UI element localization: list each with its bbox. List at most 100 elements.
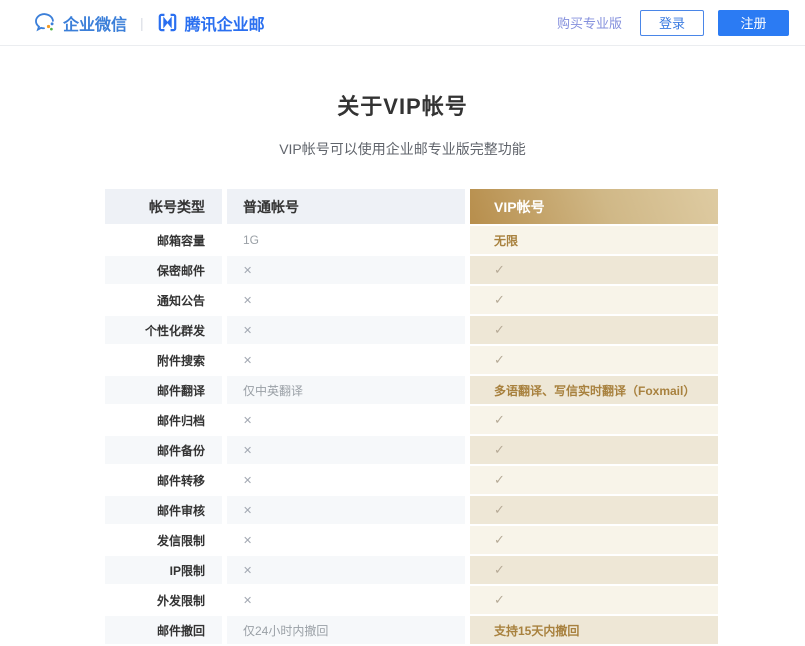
normal-account-cell: ✕ [227, 526, 465, 554]
cross-icon: ✕ [243, 444, 252, 457]
normal-account-cell: ✕ [227, 496, 465, 524]
page-subtitle: VIP帐号可以使用企业邮专业版完整功能 [0, 139, 805, 159]
header-normal-account: 普通帐号 [227, 189, 465, 224]
table-row: 邮件备份 ✕ ✓ [105, 436, 718, 464]
check-icon: ✓ [494, 472, 505, 488]
buy-pro-link[interactable]: 购买专业版 [557, 13, 622, 32]
table-body: 邮箱容量 1G 无限保密邮件 ✕ ✓ 通知公告 ✕ ✓ 个性化群发 ✕ ✓ 附件搜索 ✕ ✓ 邮件翻译 仅中英… [105, 226, 718, 644]
vip-account-cell: ✓ [470, 526, 718, 554]
check-icon: ✓ [494, 562, 505, 578]
normal-account-cell: 仅24小时内撤回 [227, 616, 465, 644]
feature-cell: 邮件归档 [105, 406, 222, 434]
normal-account-cell: ✕ [227, 586, 465, 614]
cross-icon: ✕ [243, 474, 252, 487]
normal-value: 仅24小时内撤回 [243, 622, 328, 639]
vip-account-cell: 支持15天内撤回 [470, 616, 718, 644]
normal-account-cell: ✕ [227, 436, 465, 464]
normal-account-cell: ✕ [227, 556, 465, 584]
check-icon: ✓ [494, 292, 505, 308]
table-header-row: 帐号类型 普通帐号 VIP帐号 [105, 189, 718, 224]
feature-cell: 邮箱容量 [105, 226, 222, 254]
check-icon: ✓ [494, 322, 505, 338]
check-icon: ✓ [494, 532, 505, 548]
exmail-brand[interactable]: 腾讯企业邮 [157, 11, 265, 35]
table-row: 外发限制 ✕ ✓ [105, 586, 718, 614]
feature-cell: 邮件备份 [105, 436, 222, 464]
feature-cell: 个性化群发 [105, 316, 222, 344]
feature-label: IP限制 [170, 562, 205, 579]
cross-icon: ✕ [243, 594, 252, 607]
login-button[interactable]: 登录 [640, 10, 704, 36]
vip-account-cell: ✓ [470, 466, 718, 494]
cross-icon: ✕ [243, 564, 252, 577]
normal-account-cell: ✕ [227, 256, 465, 284]
vip-account-cell: ✓ [470, 556, 718, 584]
exmail-label: 腾讯企业邮 [185, 11, 265, 35]
feature-label: 邮件撤回 [157, 622, 205, 639]
table-row: 邮箱容量 1G 无限 [105, 226, 718, 254]
feature-label: 邮箱容量 [157, 232, 205, 249]
table-row: 邮件撤回 仅24小时内撤回 支持15天内撤回 [105, 616, 718, 644]
feature-label: 个性化群发 [145, 322, 205, 339]
feature-label: 附件搜索 [157, 352, 205, 369]
feature-label: 发信限制 [157, 532, 205, 549]
vip-account-cell: ✓ [470, 586, 718, 614]
wechat-work-label: 企业微信 [63, 11, 127, 35]
wechat-work-brand[interactable]: 企业微信 [33, 11, 127, 35]
check-icon: ✓ [494, 442, 505, 458]
check-icon: ✓ [494, 262, 505, 278]
feature-cell: 保密邮件 [105, 256, 222, 284]
vip-account-cell: ✓ [470, 406, 718, 434]
feature-cell: 通知公告 [105, 286, 222, 314]
normal-account-cell: ✕ [227, 286, 465, 314]
normal-value: 仅中英翻译 [243, 382, 303, 399]
feature-cell: 附件搜索 [105, 346, 222, 374]
check-icon: ✓ [494, 592, 505, 608]
header-vip-account: VIP帐号 [470, 189, 718, 224]
feature-label: 外发限制 [157, 592, 205, 609]
feature-cell: 外发限制 [105, 586, 222, 614]
navbar-actions: 购买专业版 登录 注册 [557, 10, 789, 36]
normal-account-cell: 1G [227, 226, 465, 254]
feature-cell: 邮件翻译 [105, 376, 222, 404]
cross-icon: ✕ [243, 354, 252, 367]
feature-cell: 邮件撤回 [105, 616, 222, 644]
feature-label: 邮件审核 [157, 502, 205, 519]
cross-icon: ✕ [243, 264, 252, 277]
cross-icon: ✕ [243, 414, 252, 427]
wechat-work-bubble-icon [33, 11, 56, 34]
vip-account-cell: 多语翻译、写信实时翻译（Foxmail） [470, 376, 718, 404]
vip-account-cell: ✓ [470, 496, 718, 524]
cross-icon: ✕ [243, 504, 252, 517]
vip-account-cell: 无限 [470, 226, 718, 254]
vip-value: 支持15天内撤回 [494, 622, 579, 639]
feature-label: 通知公告 [157, 292, 205, 309]
vip-comparison-table: 帐号类型 普通帐号 VIP帐号 邮箱容量1G无限保密邮件✕✓通知公告✕✓个性化群… [105, 189, 718, 644]
page-title: 关于VIP帐号 [0, 89, 805, 121]
table-row: 邮件审核 ✕ ✓ [105, 496, 718, 524]
feature-label: 邮件翻译 [157, 382, 205, 399]
table-row: 邮件翻译 仅中英翻译 多语翻译、写信实时翻译（Foxmail） [105, 376, 718, 404]
vip-account-cell: ✓ [470, 436, 718, 464]
register-button[interactable]: 注册 [718, 10, 789, 36]
table-row: 通知公告 ✕ ✓ [105, 286, 718, 314]
normal-account-cell: ✕ [227, 466, 465, 494]
table-row: 个性化群发 ✕ ✓ [105, 316, 718, 344]
cross-icon: ✕ [243, 324, 252, 337]
vip-value: 多语翻译、写信实时翻译（Foxmail） [494, 382, 695, 399]
check-icon: ✓ [494, 412, 505, 428]
table-row: 附件搜索 ✕ ✓ [105, 346, 718, 374]
vip-value: 无限 [494, 232, 518, 249]
table-row: 保密邮件 ✕ ✓ [105, 256, 718, 284]
check-icon: ✓ [494, 352, 505, 368]
normal-value: 1G [243, 233, 259, 247]
brand-divider: | [140, 15, 144, 31]
vip-account-cell: ✓ [470, 316, 718, 344]
cross-icon: ✕ [243, 294, 252, 307]
exmail-logo-icon [157, 12, 178, 33]
table-row: IP限制 ✕ ✓ [105, 556, 718, 584]
cross-icon: ✕ [243, 534, 252, 547]
vip-account-cell: ✓ [470, 256, 718, 284]
header-account-type: 帐号类型 [105, 189, 222, 224]
normal-account-cell: 仅中英翻译 [227, 376, 465, 404]
